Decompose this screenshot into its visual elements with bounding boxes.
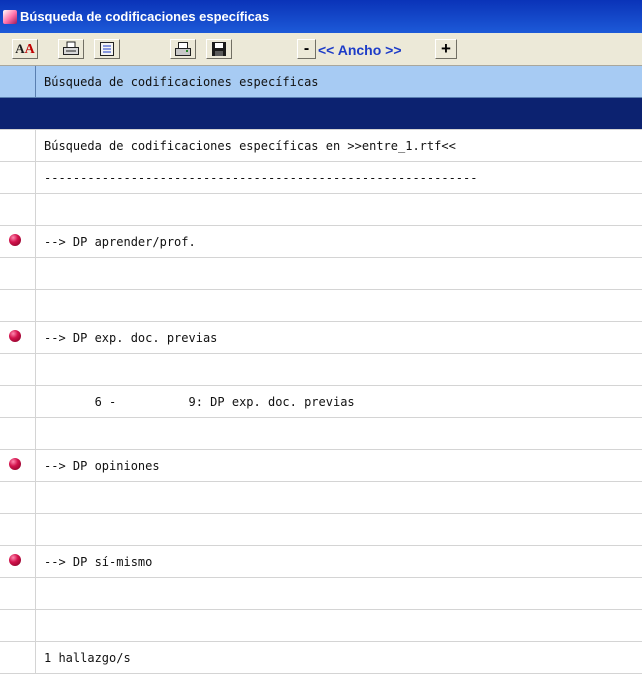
row-margin bbox=[0, 514, 36, 545]
row-text: Búsqueda de codificaciones específicas e… bbox=[44, 139, 456, 153]
row-margin bbox=[0, 322, 36, 353]
list-row[interactable]: ----------------------------------------… bbox=[0, 162, 642, 194]
printer-setup-icon bbox=[175, 42, 191, 56]
list-row[interactable]: Búsqueda de codificaciones específicas e… bbox=[0, 130, 642, 162]
font-aa-icon: AA bbox=[15, 40, 35, 57]
row-margin bbox=[0, 418, 36, 449]
document-print-icon bbox=[100, 42, 114, 56]
results-list: Búsqueda de codificaciones específicas Bú… bbox=[0, 66, 642, 674]
list-header-row[interactable]: Búsqueda de codificaciones específicas bbox=[0, 66, 642, 98]
row-margin bbox=[0, 354, 36, 385]
row-margin bbox=[0, 578, 36, 609]
width-increase-button[interactable]: + bbox=[435, 39, 457, 59]
list-row[interactable]: --> DP sí-mismo bbox=[0, 546, 642, 578]
list-row[interactable] bbox=[0, 98, 642, 130]
row-text: 6 - 9: DP exp. doc. previas bbox=[44, 395, 355, 409]
row-margin bbox=[0, 130, 36, 161]
row-margin bbox=[0, 450, 36, 481]
list-row[interactable] bbox=[0, 418, 642, 450]
row-margin bbox=[0, 610, 36, 641]
list-row[interactable] bbox=[0, 514, 642, 546]
title-bar: Búsqueda de codificaciones específicas bbox=[0, 0, 642, 33]
row-margin bbox=[0, 226, 36, 257]
row-margin bbox=[0, 386, 36, 417]
print-preview-button[interactable] bbox=[94, 39, 120, 59]
list-row[interactable] bbox=[0, 258, 642, 290]
bullet-icon bbox=[9, 330, 21, 342]
row-margin bbox=[0, 162, 36, 193]
bullet-icon bbox=[9, 554, 21, 566]
list-row[interactable]: 6 - 9: DP exp. doc. previas bbox=[0, 386, 642, 418]
toolbar: AA - << Ancho >> + bbox=[0, 33, 642, 66]
list-row[interactable]: --> DP exp. doc. previas bbox=[0, 322, 642, 354]
list-row[interactable]: --> DP opiniones bbox=[0, 450, 642, 482]
list-row[interactable] bbox=[0, 482, 642, 514]
row-text: --> DP sí-mismo bbox=[44, 555, 153, 569]
row-margin bbox=[0, 258, 36, 289]
row-text: 1 hallazgo/s bbox=[44, 651, 131, 665]
row-margin bbox=[0, 290, 36, 321]
row-margin bbox=[0, 482, 36, 513]
row-margin bbox=[0, 194, 36, 225]
row-margin bbox=[0, 66, 36, 97]
width-label: << Ancho >> bbox=[318, 42, 402, 58]
bullet-icon bbox=[9, 234, 21, 246]
list-row[interactable] bbox=[0, 578, 642, 610]
row-text: --> DP aprender/prof. bbox=[44, 235, 196, 249]
row-text: --> DP opiniones bbox=[44, 459, 160, 473]
bullet-icon bbox=[9, 458, 21, 470]
window-title: Búsqueda de codificaciones específicas bbox=[20, 9, 270, 24]
row-margin bbox=[0, 642, 36, 673]
width-decrease-button[interactable]: - bbox=[297, 39, 316, 59]
list-row[interactable] bbox=[0, 354, 642, 386]
font-button[interactable]: AA bbox=[12, 39, 38, 59]
row-text: ----------------------------------------… bbox=[44, 171, 478, 185]
floppy-disk-icon bbox=[212, 42, 226, 56]
printer-icon bbox=[63, 41, 79, 55]
row-margin bbox=[0, 98, 36, 129]
list-row[interactable]: --> DP aprender/prof. bbox=[0, 226, 642, 258]
row-text: --> DP exp. doc. previas bbox=[44, 331, 218, 345]
app-icon bbox=[3, 9, 17, 24]
list-row[interactable] bbox=[0, 290, 642, 322]
print-setup-button[interactable] bbox=[170, 39, 196, 59]
list-row[interactable] bbox=[0, 194, 642, 226]
print-button[interactable] bbox=[58, 39, 84, 59]
row-margin bbox=[0, 546, 36, 577]
list-row[interactable]: 1 hallazgo/s bbox=[0, 642, 642, 674]
list-row[interactable] bbox=[0, 610, 642, 642]
row-text: Búsqueda de codificaciones específicas bbox=[44, 75, 319, 89]
save-button[interactable] bbox=[206, 39, 232, 59]
